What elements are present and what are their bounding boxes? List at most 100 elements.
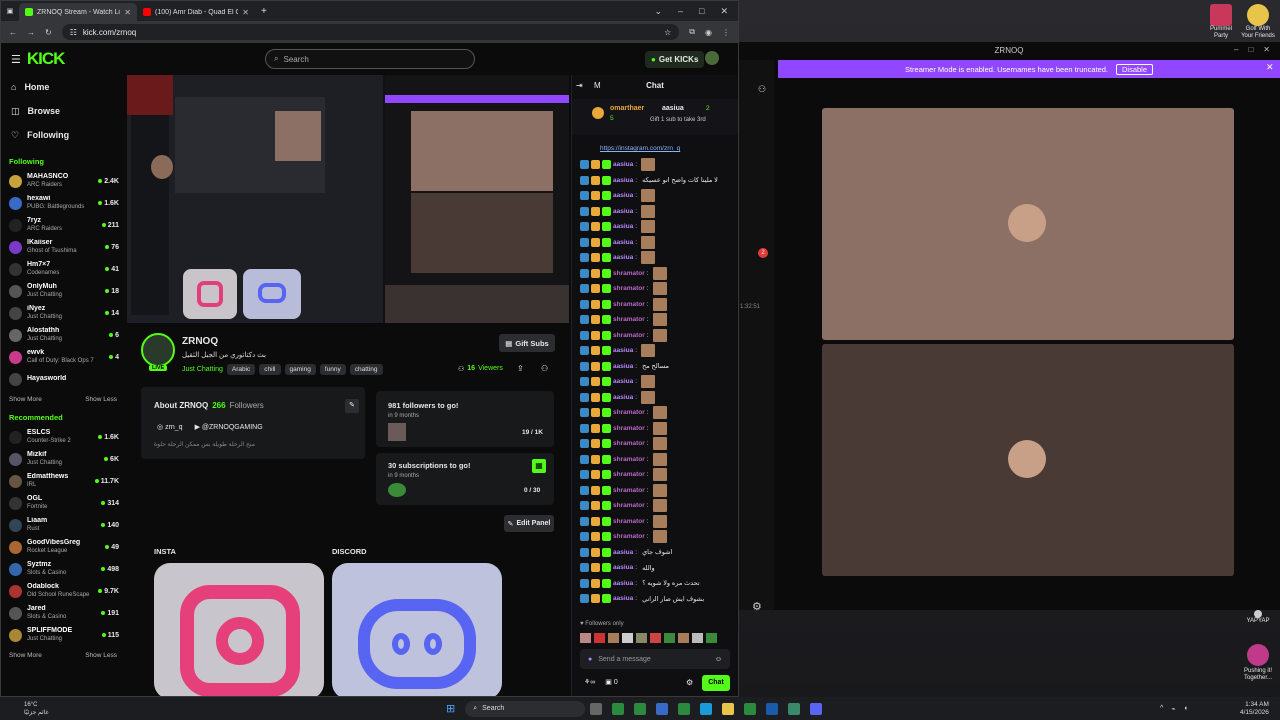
tag-chip[interactable]: funny <box>319 364 346 375</box>
weather-widget[interactable]: 16°C غائم جزئيًا <box>24 701 49 717</box>
chat-username[interactable]: shramator <box>613 502 645 509</box>
sidebar-item-browse[interactable]: ◫ Browse <box>1 99 125 123</box>
sidebar-channel[interactable]: 7ryz ARC Raiders 211 <box>1 214 125 236</box>
sidebar-channel[interactable]: MAHASNCO ARC Raiders 2.4K <box>1 170 125 192</box>
network-icon[interactable]: ⌁ <box>1171 705 1175 713</box>
youtube-social-link[interactable]: ▶ @ZRNOQGAMING <box>195 423 263 431</box>
chat-username[interactable]: aasiua <box>613 378 633 385</box>
app-icon[interactable] <box>656 702 669 715</box>
back-icon[interactable]: ← <box>9 28 17 37</box>
sidebar-channel[interactable]: ESLCS Counter-Strike 2 1.6K <box>1 426 125 448</box>
emote-button[interactable] <box>692 633 703 643</box>
sidebar-channel[interactable]: GoodVibesGreg Rocket League 49 <box>1 536 125 558</box>
chat-username[interactable]: shramator <box>613 332 645 339</box>
emote-button[interactable] <box>622 633 633 643</box>
add-user-icon[interactable]: ⚇ <box>541 364 548 373</box>
gift-prompt[interactable]: Gift 1 sub to take 3rd <box>650 117 706 123</box>
chat-username[interactable]: aasiua <box>613 239 633 246</box>
sidebar-channel[interactable]: lKaiiser Ghost of Tsushima 76 <box>1 236 125 258</box>
maximize-icon[interactable]: □ <box>1248 45 1253 54</box>
show-more-button[interactable]: Show More <box>9 396 42 403</box>
instagram-link[interactable]: https://instagram.com/zrn_q <box>600 145 680 152</box>
instagram-panel[interactable] <box>154 563 324 696</box>
emoji-icon[interactable]: ☺ <box>715 656 722 663</box>
task-view-icon[interactable] <box>590 702 603 715</box>
volume-icon[interactable]: ◖ <box>1184 705 1188 713</box>
chat-input[interactable]: ● Send a message ☺ <box>580 649 730 669</box>
sidebar-item-following[interactable]: ♡ Following <box>1 123 125 147</box>
settings-gear-icon[interactable]: ⚙ <box>752 600 762 613</box>
mic-icon[interactable]: ● <box>588 656 592 663</box>
video-tile-2[interactable] <box>822 344 1234 576</box>
sidebar-channel[interactable]: Syztmz Slots & Casino 498 <box>1 558 125 580</box>
chat-username[interactable]: shramator <box>613 316 645 323</box>
chat-username[interactable]: aasiua <box>613 208 633 215</box>
top-user-name[interactable]: omarthaer <box>610 105 644 112</box>
bookmark-star-icon[interactable]: ☆ <box>664 28 671 37</box>
chat-username[interactable]: aasiua <box>613 564 633 571</box>
chat-username[interactable]: aasiua <box>613 177 633 184</box>
sidebar-channel[interactable]: Liaam Rust 140 <box>1 514 125 536</box>
chat-username[interactable]: shramator <box>613 533 645 540</box>
taskbar-clock[interactable]: 1:34 AM 4/15/2026 <box>1240 701 1269 717</box>
chat-username[interactable]: aasiua <box>613 595 633 602</box>
close-icon[interactable]: ✕ <box>1263 45 1270 54</box>
sidebar-channel[interactable]: Hayasworld <box>1 368 125 390</box>
minimize-icon[interactable]: – <box>1234 45 1238 54</box>
search-input[interactable]: ⌕ Search <box>265 49 475 69</box>
file-explorer-icon[interactable] <box>722 702 735 715</box>
goal-gift-icon[interactable]: ▦ <box>532 459 546 473</box>
edit-about-icon[interactable]: ✎ <box>345 399 359 413</box>
chat-username[interactable]: aasiua <box>613 394 633 401</box>
reload-icon[interactable]: ↻ <box>45 28 52 37</box>
sidebar-channel[interactable]: SPLIFFMODE Just Chatting 115 <box>1 624 125 646</box>
discord-panel[interactable] <box>332 563 502 696</box>
tab-search-icon[interactable]: ▣ <box>1 7 19 15</box>
achievement-notification[interactable]: Pushing it! Together... <box>1236 644 1280 682</box>
emote-button[interactable] <box>664 633 675 643</box>
gift-subs-button[interactable]: ▦ Gift Subs <box>499 334 555 352</box>
instagram-social-link[interactable]: ◎ zrn_q <box>157 423 183 431</box>
kick-logo[interactable]: KICK <box>27 49 66 69</box>
sidebar-item-home[interactable]: ⌂ Home <box>1 75 125 99</box>
emote-button[interactable] <box>706 633 717 643</box>
emote-button[interactable] <box>678 633 689 643</box>
chat-username[interactable]: shramator <box>613 471 645 478</box>
sidebar-channel[interactable]: ewvk Call of Duty: Black Ops 7 4 <box>1 346 125 368</box>
kicks-infinity-icon[interactable]: ⚘∞ <box>584 678 595 686</box>
show-more-button[interactable]: Show More <box>9 652 42 659</box>
forward-icon[interactable]: → <box>27 28 35 37</box>
tray-notification-yapyap[interactable]: YAPYAP <box>1240 610 1276 624</box>
user-avatar[interactable] <box>705 51 719 65</box>
chat-username[interactable]: shramator <box>613 425 645 432</box>
video-tile-1[interactable] <box>822 108 1234 340</box>
app-icon[interactable] <box>788 702 801 715</box>
profile-avatar[interactable]: ◉ <box>705 28 712 37</box>
close-tab-icon[interactable]: ✕ <box>124 8 131 17</box>
share-icon[interactable]: ⇪ <box>517 364 524 373</box>
extensions-icon[interactable]: ⧉ <box>689 27 695 37</box>
desktop-icon-pummel-party[interactable]: Pummel Party <box>1206 4 1236 40</box>
tab-kick[interactable]: ZRNOQ Stream - Watch Live on Kick ✕ <box>19 3 137 21</box>
sidebar-channel[interactable]: Mizkif Just Chatting 6K <box>1 448 125 470</box>
emote-button[interactable] <box>636 633 647 643</box>
edit-panel-button[interactable]: ✎ Edit Panel <box>504 515 554 532</box>
desktop-icon-golf[interactable]: Golf With Your Friends <box>1240 4 1276 40</box>
sidebar-channel[interactable]: Alostathh Just Chatting 6 <box>1 324 125 346</box>
chat-username[interactable]: aasiua <box>613 580 633 587</box>
category-link[interactable]: Just Chatting <box>182 366 223 373</box>
emote-button[interactable] <box>608 633 619 643</box>
emote-button[interactable] <box>580 633 591 643</box>
sidebar-channel[interactable]: Jared Slots & Casino 191 <box>1 602 125 624</box>
maximize-icon[interactable]: □ <box>699 6 704 17</box>
sidebar-channel[interactable]: Edmatthews IRL 11.7K <box>1 470 125 492</box>
show-less-button[interactable]: Show Less <box>85 396 117 403</box>
chat-username[interactable]: shramator <box>613 518 645 525</box>
close-banner-icon[interactable]: ✕ <box>1266 62 1274 73</box>
hamburger-menu-icon[interactable]: ☰ <box>11 53 21 66</box>
site-info-icon[interactable]: ☷ <box>70 28 77 37</box>
chat-username[interactable]: shramator <box>613 487 645 494</box>
emote-button[interactable] <box>594 633 605 643</box>
tray-chevron-icon[interactable]: ^ <box>1160 705 1163 713</box>
chat-username[interactable]: aasiua <box>613 347 633 354</box>
